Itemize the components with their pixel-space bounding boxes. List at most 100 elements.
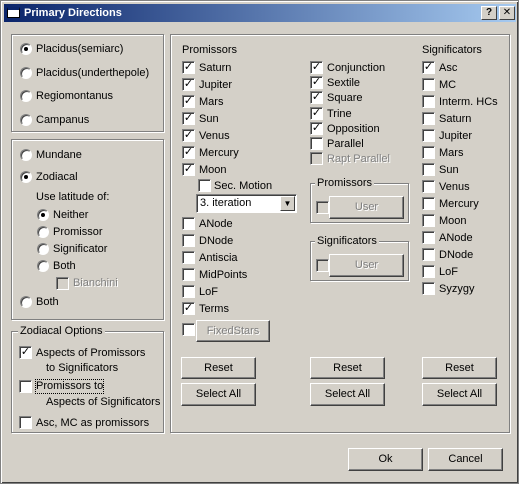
radio-button[interactable] — [20, 66, 32, 79]
checkbox[interactable]: ✓ — [182, 78, 195, 91]
checkbox[interactable] — [310, 152, 323, 166]
checkbox-label: Moon — [439, 215, 467, 227]
checkbox[interactable]: ✓ — [182, 302, 195, 315]
radio-button[interactable] — [20, 149, 32, 161]
radio-label: Both — [53, 260, 76, 272]
checkbox[interactable] — [422, 163, 435, 176]
checkbox[interactable]: ✓ — [19, 346, 32, 359]
help-button[interactable]: ? — [481, 6, 497, 20]
checkbox-label: Sun — [199, 113, 219, 125]
check-icon: ✓ — [183, 95, 194, 107]
checkbox[interactable]: ✓ — [182, 95, 195, 108]
checkbox-label: DNode — [439, 249, 474, 261]
cancel-button[interactable]: Cancel — [428, 448, 503, 471]
chevron-down-icon[interactable]: ▼ — [280, 196, 295, 211]
radio-button[interactable] — [20, 113, 32, 126]
checkbox[interactable] — [182, 285, 195, 298]
checkbox[interactable] — [182, 234, 195, 247]
ok-button[interactable]: Ok — [348, 448, 423, 471]
radio-label: Regiomontanus — [36, 90, 114, 102]
fixedstars-button[interactable]: FixedStars — [196, 320, 270, 342]
checkbox[interactable] — [422, 197, 435, 210]
checkbox[interactable] — [182, 217, 195, 230]
checkbox-label: Venus — [439, 181, 470, 193]
radio-button[interactable] — [37, 260, 49, 272]
checkbox[interactable] — [310, 137, 323, 150]
checkbox-label: Aspects of Promissors — [36, 347, 146, 359]
iteration-select[interactable]: 3. iteration ▼ — [196, 194, 297, 213]
significators-select-all-button[interactable]: Select All — [422, 383, 497, 406]
cancel-label: Cancel — [448, 453, 483, 465]
checkbox-label: Mercury — [439, 198, 479, 210]
promissors-reset-button[interactable]: Reset — [181, 357, 256, 379]
promissors-header: Promissors — [182, 44, 238, 56]
user-label: User — [354, 259, 379, 271]
checkbox-label-line2: Aspects of Significators — [46, 396, 161, 408]
radio-label: Both — [36, 296, 59, 308]
checkbox[interactable] — [56, 277, 69, 290]
radio-button[interactable] — [20, 296, 32, 308]
close-button[interactable]: ✕ — [499, 6, 515, 20]
reset-label: Reset — [333, 362, 362, 374]
checkbox[interactable] — [422, 129, 435, 142]
checkbox-label: Asc — [439, 62, 458, 74]
aspect-promissors-user-button[interactable]: User — [329, 196, 404, 219]
checkbox[interactable] — [19, 416, 32, 429]
radio-label: Neither — [53, 209, 89, 221]
checkbox[interactable] — [182, 323, 195, 336]
checkbox[interactable]: ✓ — [182, 163, 195, 176]
checkbox[interactable]: ✓ — [310, 76, 323, 90]
checkbox-label: Terms — [199, 303, 229, 315]
checkbox[interactable]: ✓ — [182, 146, 195, 159]
aspect-significators-user-button[interactable]: User — [329, 254, 404, 277]
select-all-label: Select All — [436, 388, 483, 400]
check-icon: ✓ — [183, 61, 194, 73]
checkbox[interactable] — [422, 248, 435, 261]
checkbox[interactable] — [422, 214, 435, 227]
checkbox[interactable]: ✓ — [182, 61, 195, 74]
check-icon: ✓ — [311, 106, 322, 119]
checkbox[interactable] — [422, 282, 435, 295]
checkbox[interactable] — [316, 201, 329, 214]
checkbox[interactable] — [422, 231, 435, 244]
checkbox[interactable]: ✓ — [310, 61, 323, 74]
user-label: User — [354, 201, 379, 213]
checkbox[interactable] — [182, 251, 195, 264]
radio-button[interactable] — [37, 226, 49, 238]
checkbox[interactable] — [19, 380, 32, 393]
aspects-reset-button[interactable]: Reset — [310, 357, 385, 379]
checkbox[interactable] — [422, 180, 435, 193]
aspects-select-all-button[interactable]: Select All — [310, 383, 385, 406]
check-icon: ✓ — [183, 302, 194, 314]
checkbox[interactable] — [422, 265, 435, 278]
checkbox[interactable]: ✓ — [310, 91, 323, 105]
radio-button[interactable] — [37, 209, 49, 221]
radio-button[interactable] — [20, 90, 32, 102]
checkbox[interactable] — [422, 112, 435, 125]
checkbox[interactable] — [198, 179, 211, 192]
significators-reset-button[interactable]: Reset — [422, 357, 497, 379]
checkbox[interactable]: ✓ — [182, 112, 195, 125]
select-all-label: Select All — [324, 388, 371, 400]
reset-label: Reset — [204, 362, 233, 374]
checkbox[interactable] — [422, 146, 435, 159]
checkbox[interactable] — [182, 268, 195, 281]
checkbox-label: Moon — [199, 164, 227, 176]
title-bar[interactable]: Primary Directions ? ✕ — [4, 4, 516, 22]
checkbox[interactable] — [422, 78, 435, 91]
checkbox[interactable]: ✓ — [422, 61, 435, 74]
radio-button[interactable] — [20, 171, 32, 183]
checkbox[interactable]: ✓ — [310, 121, 323, 135]
checkbox-label: Promissors to — [34, 379, 105, 394]
checkbox[interactable] — [316, 259, 329, 272]
checkbox[interactable]: ✓ — [310, 106, 323, 120]
promissors-select-all-button[interactable]: Select All — [181, 383, 256, 406]
checkbox-label: Bianchini — [73, 277, 118, 289]
checkbox[interactable]: ✓ — [182, 129, 195, 142]
checkbox-label-line2: to Significators — [46, 362, 119, 374]
checkbox-label: ANode — [199, 218, 233, 230]
radio-button[interactable] — [37, 243, 49, 255]
checkbox-label: Parallel — [327, 138, 364, 150]
checkbox[interactable] — [422, 95, 435, 108]
radio-button[interactable] — [20, 43, 32, 55]
